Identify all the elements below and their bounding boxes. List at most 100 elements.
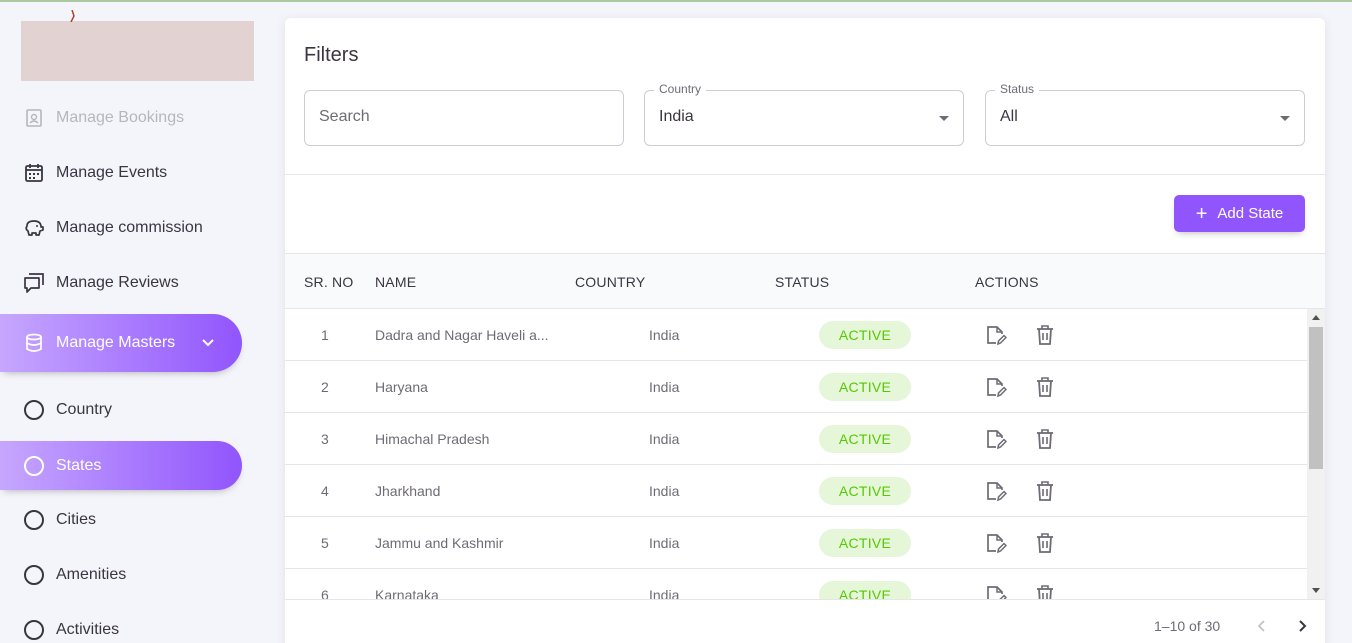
- edit-icon[interactable]: [983, 479, 1007, 503]
- cell-country: India: [649, 535, 680, 551]
- sidebar: Manage Bookings Manage Events Manage com…: [0, 0, 265, 643]
- sidebar-subitem-activities[interactable]: Activities: [0, 606, 242, 643]
- status-select[interactable]: Status All: [985, 82, 1305, 146]
- sidebar-subitem-label: Country: [56, 401, 113, 418]
- piggy-bank-icon: [22, 216, 46, 240]
- calendar-icon: [22, 161, 46, 185]
- country-label: Country: [654, 82, 707, 96]
- sidebar-subitem-cities[interactable]: Cities: [0, 496, 242, 544]
- dropdown-arrow-icon: [1280, 116, 1290, 121]
- cell-sr-no: 2: [321, 379, 329, 395]
- cell-name: Jharkhand: [375, 483, 441, 499]
- delete-icon[interactable]: [1033, 531, 1057, 555]
- scroll-up-icon[interactable]: [1312, 315, 1320, 320]
- sidebar-item-manage-masters[interactable]: Manage Masters: [0, 314, 242, 372]
- table-body: 1 Dadra and Nagar Haveli a... India ACTI…: [285, 309, 1325, 599]
- logo-mark-icon: [70, 10, 75, 22]
- sidebar-item-manage-reviews[interactable]: Manage Reviews: [0, 259, 242, 307]
- sidebar-item-manage-commission[interactable]: Manage commission: [0, 204, 242, 252]
- status-badge: ACTIVE: [819, 477, 911, 505]
- edit-icon[interactable]: [983, 427, 1007, 451]
- logo: [21, 21, 254, 81]
- cell-name: Dadra and Nagar Haveli a...: [375, 327, 549, 343]
- scroll-down-icon[interactable]: [1312, 588, 1320, 593]
- cell-name: Jammu and Kashmir: [375, 535, 504, 551]
- sidebar-subitem-states[interactable]: States: [0, 441, 242, 490]
- sidebar-item-label: Manage commission: [56, 219, 203, 236]
- sidebar-subitem-label: Cities: [56, 511, 97, 528]
- header-name: NAME: [375, 274, 417, 290]
- search-input[interactable]: Search: [304, 90, 624, 146]
- sidebar-item-label: Manage Masters: [56, 334, 176, 351]
- edit-icon[interactable]: [983, 583, 1007, 599]
- delete-icon[interactable]: [1033, 375, 1057, 399]
- table-row: 3 Himachal Pradesh India ACTIVE: [285, 413, 1307, 465]
- pagination-range: 1–10 of 30: [1154, 618, 1221, 634]
- divider: [285, 174, 1325, 175]
- cell-name: Karnataka: [375, 587, 439, 599]
- cell-sr-no: 4: [321, 483, 329, 499]
- delete-icon[interactable]: [1033, 479, 1057, 503]
- table-header: SR. NO NAME COUNTRY STATUS ACTIONS: [285, 253, 1325, 309]
- reviews-icon: [22, 271, 46, 295]
- edit-icon[interactable]: [983, 323, 1007, 347]
- table-row: 4 Jharkhand India ACTIVE: [285, 465, 1307, 517]
- header-sr-no: SR. NO: [304, 274, 354, 290]
- cell-country: India: [649, 587, 680, 599]
- cell-sr-no: 1: [321, 327, 329, 343]
- delete-icon[interactable]: [1033, 583, 1057, 599]
- status-badge: ACTIVE: [819, 373, 911, 401]
- table-row: 2 Haryana India ACTIVE: [285, 361, 1307, 413]
- status-badge: ACTIVE: [819, 529, 911, 557]
- edit-icon[interactable]: [983, 531, 1007, 555]
- country-select[interactable]: Country India: [644, 82, 964, 146]
- sidebar-subitem-amenities[interactable]: Amenities: [0, 551, 242, 599]
- circle-icon: [22, 508, 46, 532]
- circle-icon: [22, 563, 46, 587]
- status-badge: ACTIVE: [819, 321, 911, 349]
- database-icon: [22, 331, 46, 355]
- country-value: India: [659, 108, 694, 125]
- circle-icon: [22, 398, 46, 422]
- cell-country: India: [649, 431, 680, 447]
- next-page-icon[interactable]: [1290, 614, 1314, 638]
- sidebar-item-manage-bookings[interactable]: Manage Bookings: [0, 94, 242, 142]
- cell-country: India: [649, 483, 680, 499]
- status-badge: ACTIVE: [819, 581, 911, 599]
- status-value: All: [1000, 108, 1018, 125]
- add-state-label: Add State: [1217, 205, 1284, 222]
- cell-country: India: [649, 327, 680, 343]
- cell-name: Haryana: [375, 379, 428, 395]
- circle-icon: [22, 454, 46, 478]
- chevron-down-icon[interactable]: [198, 333, 218, 353]
- sidebar-subitem-country[interactable]: Country: [0, 386, 242, 434]
- add-state-button[interactable]: + Add State: [1174, 195, 1305, 232]
- status-label: Status: [995, 82, 1040, 96]
- sidebar-subitem-label: Activities: [56, 621, 120, 638]
- plus-icon: +: [1195, 202, 1208, 225]
- prev-page-icon[interactable]: [1250, 614, 1274, 638]
- sidebar-subitem-label: Amenities: [56, 566, 127, 583]
- edit-icon[interactable]: [983, 375, 1007, 399]
- sidebar-item-label: Manage Bookings: [56, 109, 185, 126]
- scrollbar-thumb[interactable]: [1309, 327, 1323, 469]
- cell-name: Himachal Pradesh: [375, 431, 490, 447]
- sidebar-item-manage-events[interactable]: Manage Events: [0, 149, 242, 197]
- table-scrollbar[interactable]: [1307, 309, 1325, 599]
- sidebar-item-label: Manage Reviews: [56, 274, 179, 291]
- delete-icon[interactable]: [1033, 323, 1057, 347]
- filters-title: Filters: [304, 44, 359, 66]
- cell-country: India: [649, 379, 680, 395]
- header-country: COUNTRY: [575, 274, 646, 290]
- cell-sr-no: 5: [321, 535, 329, 551]
- circle-icon: [22, 618, 46, 642]
- header-status: STATUS: [775, 274, 830, 290]
- cell-sr-no: 6: [321, 587, 329, 599]
- dropdown-arrow-icon: [939, 116, 949, 121]
- table-row: 5 Jammu and Kashmir India ACTIVE: [285, 517, 1307, 569]
- delete-icon[interactable]: [1033, 427, 1057, 451]
- sidebar-item-label: Manage Events: [56, 164, 168, 181]
- table-row: 6 Karnataka India ACTIVE: [285, 569, 1307, 599]
- search-placeholder: Search: [319, 108, 370, 125]
- header-actions: ACTIONS: [975, 274, 1039, 290]
